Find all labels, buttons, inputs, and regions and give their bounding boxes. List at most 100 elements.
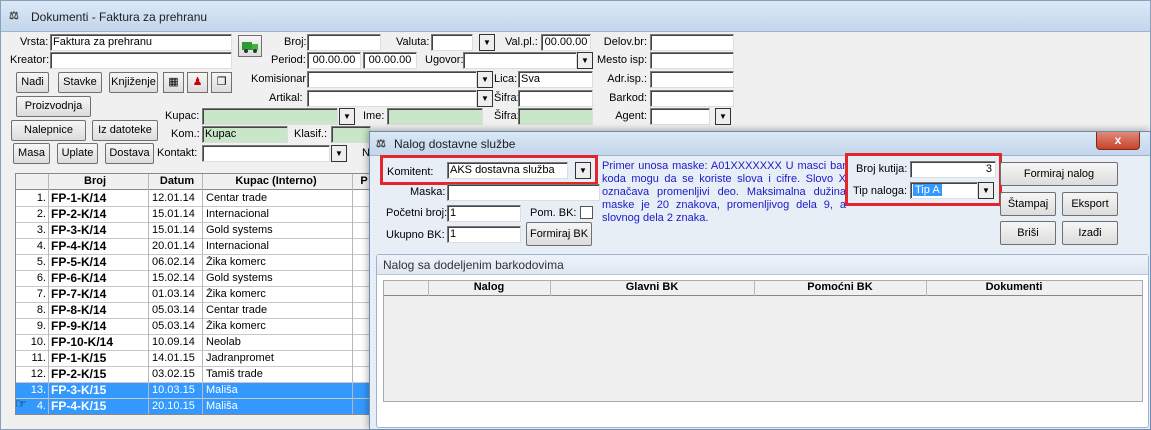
table-row[interactable]: 4. FP-4-K/15 20.10.15 Mališa: [16, 399, 372, 414]
artikal-dropdown-arrow[interactable]: ▼: [477, 90, 493, 107]
table-row[interactable]: 5. FP-5-K/14 06.02.14 Žika komerc: [16, 255, 372, 271]
column-header[interactable]: Dokumenti: [926, 281, 1102, 293]
sifra1-field[interactable]: [518, 90, 593, 107]
broj-cell: FP-4-K/15: [51, 399, 107, 413]
kupac-dropdown-arrow[interactable]: ▼: [339, 108, 355, 125]
nalepnice-button[interactable]: Nalepnice: [11, 120, 86, 141]
broj-field[interactable]: [307, 34, 381, 51]
close-icon: x: [1114, 133, 1122, 147]
valuta-field[interactable]: [431, 34, 473, 51]
proizvodnja-button[interactable]: Proizvodnja: [16, 96, 91, 117]
klasif-field[interactable]: [331, 126, 371, 143]
table-row[interactable]: 12. FP-2-K/15 03.02.15 Tamiš trade: [16, 367, 372, 383]
person-icon[interactable]: ♟: [187, 72, 208, 93]
truck-icon-button[interactable]: [238, 35, 262, 57]
brisi-button[interactable]: Briši: [1000, 221, 1056, 245]
vrsta-field[interactable]: Faktura za prehranu: [50, 34, 232, 51]
row-number: 4.: [36, 240, 46, 252]
kontakt-field[interactable]: [202, 145, 330, 162]
dialog-titlebar: ⚖ Nalog dostavne službe x: [370, 132, 1150, 156]
table-row[interactable]: 7. FP-7-K/14 01.03.14 Žika komerc: [16, 287, 372, 303]
column-header[interactable]: Broj: [50, 175, 140, 187]
column-header[interactable]: Pomoćni BK: [754, 281, 926, 293]
row-number: 11.: [31, 352, 46, 364]
iz-datoteke-button[interactable]: Iz datoteke: [92, 120, 158, 141]
column-header[interactable]: Glavni BK: [550, 281, 754, 293]
valuta-label: Valuta:: [396, 36, 430, 48]
table-row[interactable]: 1. FP-1-K/14 12.01.14 Centar trade: [16, 191, 372, 207]
column-header[interactable]: Kupac (Interno): [206, 175, 346, 187]
table-row[interactable]: 10. FP-10-K/14 10.09.14 Neolab: [16, 335, 372, 351]
kontakt-dropdown-arrow[interactable]: ▼: [331, 145, 347, 162]
maska-field[interactable]: [447, 184, 600, 201]
komisionar-label: Komisionar:: [251, 73, 310, 85]
formiraj-bk-button[interactable]: Formiraj BK: [526, 222, 592, 246]
ukupno-bk-label: Ukupno BK:: [386, 229, 445, 241]
close-button[interactable]: x: [1096, 132, 1140, 150]
column-header[interactable]: Datum: [150, 175, 204, 187]
table-row[interactable]: 8. FP-8-K/14 05.03.14 Centar trade: [16, 303, 372, 319]
row-number: 5.: [36, 256, 46, 268]
table-row[interactable]: 9. FP-9-K/14 05.03.14 Žika komerc: [16, 319, 372, 335]
knjizenje-button[interactable]: Knjiženje: [109, 72, 158, 93]
komisionar-dropdown-arrow[interactable]: ▼: [477, 71, 493, 88]
column-header[interactable]: Nalog: [428, 281, 550, 293]
kontakt-label: Kontakt:: [157, 147, 198, 159]
delov-br-field[interactable]: [650, 34, 734, 51]
row-number: 9.: [36, 320, 46, 332]
val-pl-field[interactable]: 00.00.00: [541, 34, 591, 51]
stavke-button[interactable]: Stavke: [58, 72, 102, 93]
lica-field[interactable]: Sva: [518, 71, 593, 88]
izadji-button[interactable]: Izađi: [1062, 221, 1118, 245]
broj-cell: FP-3-K/14: [51, 223, 107, 237]
adr-isp-field[interactable]: [650, 71, 734, 88]
ime-field[interactable]: [387, 108, 483, 125]
ugovor-dropdown-arrow[interactable]: ▼: [577, 52, 593, 69]
windows-icon[interactable]: ❐: [211, 72, 232, 93]
datum-cell: 20.10.15: [152, 400, 195, 412]
table-row[interactable]: 11. FP-1-K/15 14.01.15 Jadranpromet: [16, 351, 372, 367]
agent-field[interactable]: [650, 108, 710, 125]
nadji-button[interactable]: Nađi: [16, 72, 49, 93]
kupac-cell: Gold systems: [206, 224, 273, 236]
stampaj-button[interactable]: Štampaj: [1000, 192, 1056, 216]
datum-cell: 03.02.15: [152, 368, 195, 380]
documents-table[interactable]: Broj Datum Kupac (Interno) P 1. FP-1-K/14…: [15, 173, 373, 415]
formiraj-nalog-button[interactable]: Formiraj nalog: [1000, 162, 1118, 186]
agent-dropdown-arrow[interactable]: ▼: [715, 108, 731, 125]
sifra2-field[interactable]: [518, 108, 593, 125]
eksport-button[interactable]: Eksport: [1062, 192, 1118, 216]
klasif-label: Klasif.:: [294, 128, 328, 140]
barkod-field[interactable]: [650, 90, 734, 107]
table-row[interactable]: 2. FP-2-K/14 15.01.14 Internacional: [16, 207, 372, 223]
kom-field[interactable]: Kupac: [202, 126, 288, 143]
row-number: 10.: [30, 336, 46, 348]
table-row[interactable]: 6. FP-6-K/14 15.02.14 Gold systems: [16, 271, 372, 287]
kupac-cell: Gold systems: [206, 272, 273, 284]
ugovor-field[interactable]: [463, 52, 577, 69]
masa-button[interactable]: Masa: [13, 143, 50, 164]
barcode-orders-table[interactable]: Nalog Glavni BK Pomoćni BK Dokumenti: [383, 280, 1143, 402]
komisionar-field[interactable]: [307, 71, 477, 88]
valuta-dropdown-arrow[interactable]: ▼: [479, 34, 495, 51]
dostava-button[interactable]: Dostava: [105, 143, 154, 164]
table-row[interactable]: 13. FP-3-K/15 10.03.15 Mališa: [16, 383, 372, 399]
pocetni-broj-field[interactable]: 1: [447, 205, 521, 222]
ime-label: Ime:: [363, 110, 385, 122]
period-to-field[interactable]: 00.00.00: [363, 52, 417, 69]
val-pl-label: Val.pl.:: [505, 36, 538, 48]
uplate-button[interactable]: Uplate: [57, 143, 98, 164]
calculator-icon[interactable]: ▦: [163, 72, 184, 93]
table-row[interactable]: 3. FP-3-K/14 15.01.14 Gold systems: [16, 223, 372, 239]
table-row[interactable]: 4. FP-4-K/14 20.01.14 Internacional: [16, 239, 372, 255]
kupac-field[interactable]: [202, 108, 338, 125]
ukupno-bk-field[interactable]: 1: [447, 226, 521, 243]
dialog-title: Nalog dostavne službe: [394, 137, 516, 151]
kupac-cell: Mališa: [206, 384, 238, 396]
kreator-field[interactable]: [50, 52, 232, 69]
artikal-field[interactable]: [307, 90, 477, 107]
table-header: Broj Datum Kupac (Interno) P: [16, 174, 372, 190]
period-from-field[interactable]: 00.00.00: [307, 52, 361, 69]
pom-bk-checkbox[interactable]: [580, 206, 593, 219]
mesto-isp-field[interactable]: [650, 52, 734, 69]
